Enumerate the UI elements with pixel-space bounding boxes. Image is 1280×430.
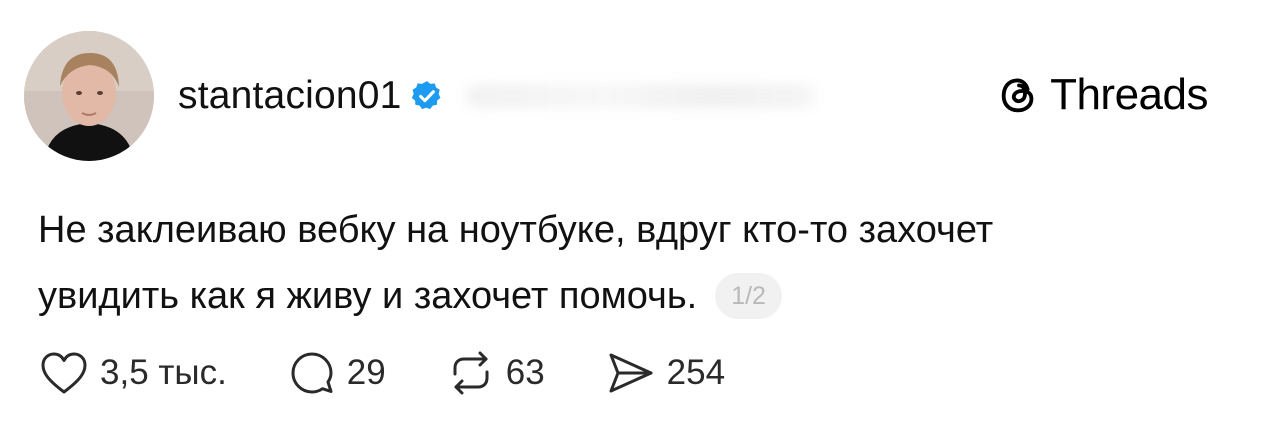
blurred-area xyxy=(465,84,816,108)
threads-brand: Threads xyxy=(996,70,1208,120)
brand-name: Threads xyxy=(1050,70,1208,119)
repost-button[interactable]: 63 xyxy=(448,350,545,396)
comment-icon xyxy=(291,352,333,394)
like-button[interactable]: 3,5 тыс. xyxy=(40,351,227,395)
threads-logo-icon xyxy=(1001,78,1034,113)
post-text-line: Не заклеиваю вебку на ноутбуке, вдруг кт… xyxy=(38,209,994,251)
action-bar: 3,5 тыс. 29 63 254 xyxy=(40,348,787,398)
share-count: 254 xyxy=(666,353,726,392)
page-indicator[interactable]: 1/2 xyxy=(715,273,782,319)
post-text-line: увидить как я живу и захочет помочь. 1/2 xyxy=(38,263,1238,329)
username[interactable]: stantacion01 xyxy=(178,74,402,118)
comment-button[interactable]: 29 xyxy=(289,350,386,396)
post-header: stantacion01 xyxy=(178,72,816,120)
repost-count: 63 xyxy=(505,353,545,392)
heart-icon xyxy=(41,352,87,394)
share-icon xyxy=(609,353,653,393)
repost-icon xyxy=(453,351,489,395)
verified-icon xyxy=(411,81,441,110)
like-count: 3,5 тыс. xyxy=(100,353,227,392)
comment-count: 29 xyxy=(346,353,386,392)
avatar-photo xyxy=(24,31,154,161)
avatar[interactable] xyxy=(24,31,154,161)
post-text-line-content: увидить как я живу и захочет помочь. xyxy=(38,275,698,317)
post-body: Не заклеиваю вебку на ноутбуке, вдруг кт… xyxy=(38,197,1238,329)
share-button[interactable]: 254 xyxy=(607,351,725,395)
